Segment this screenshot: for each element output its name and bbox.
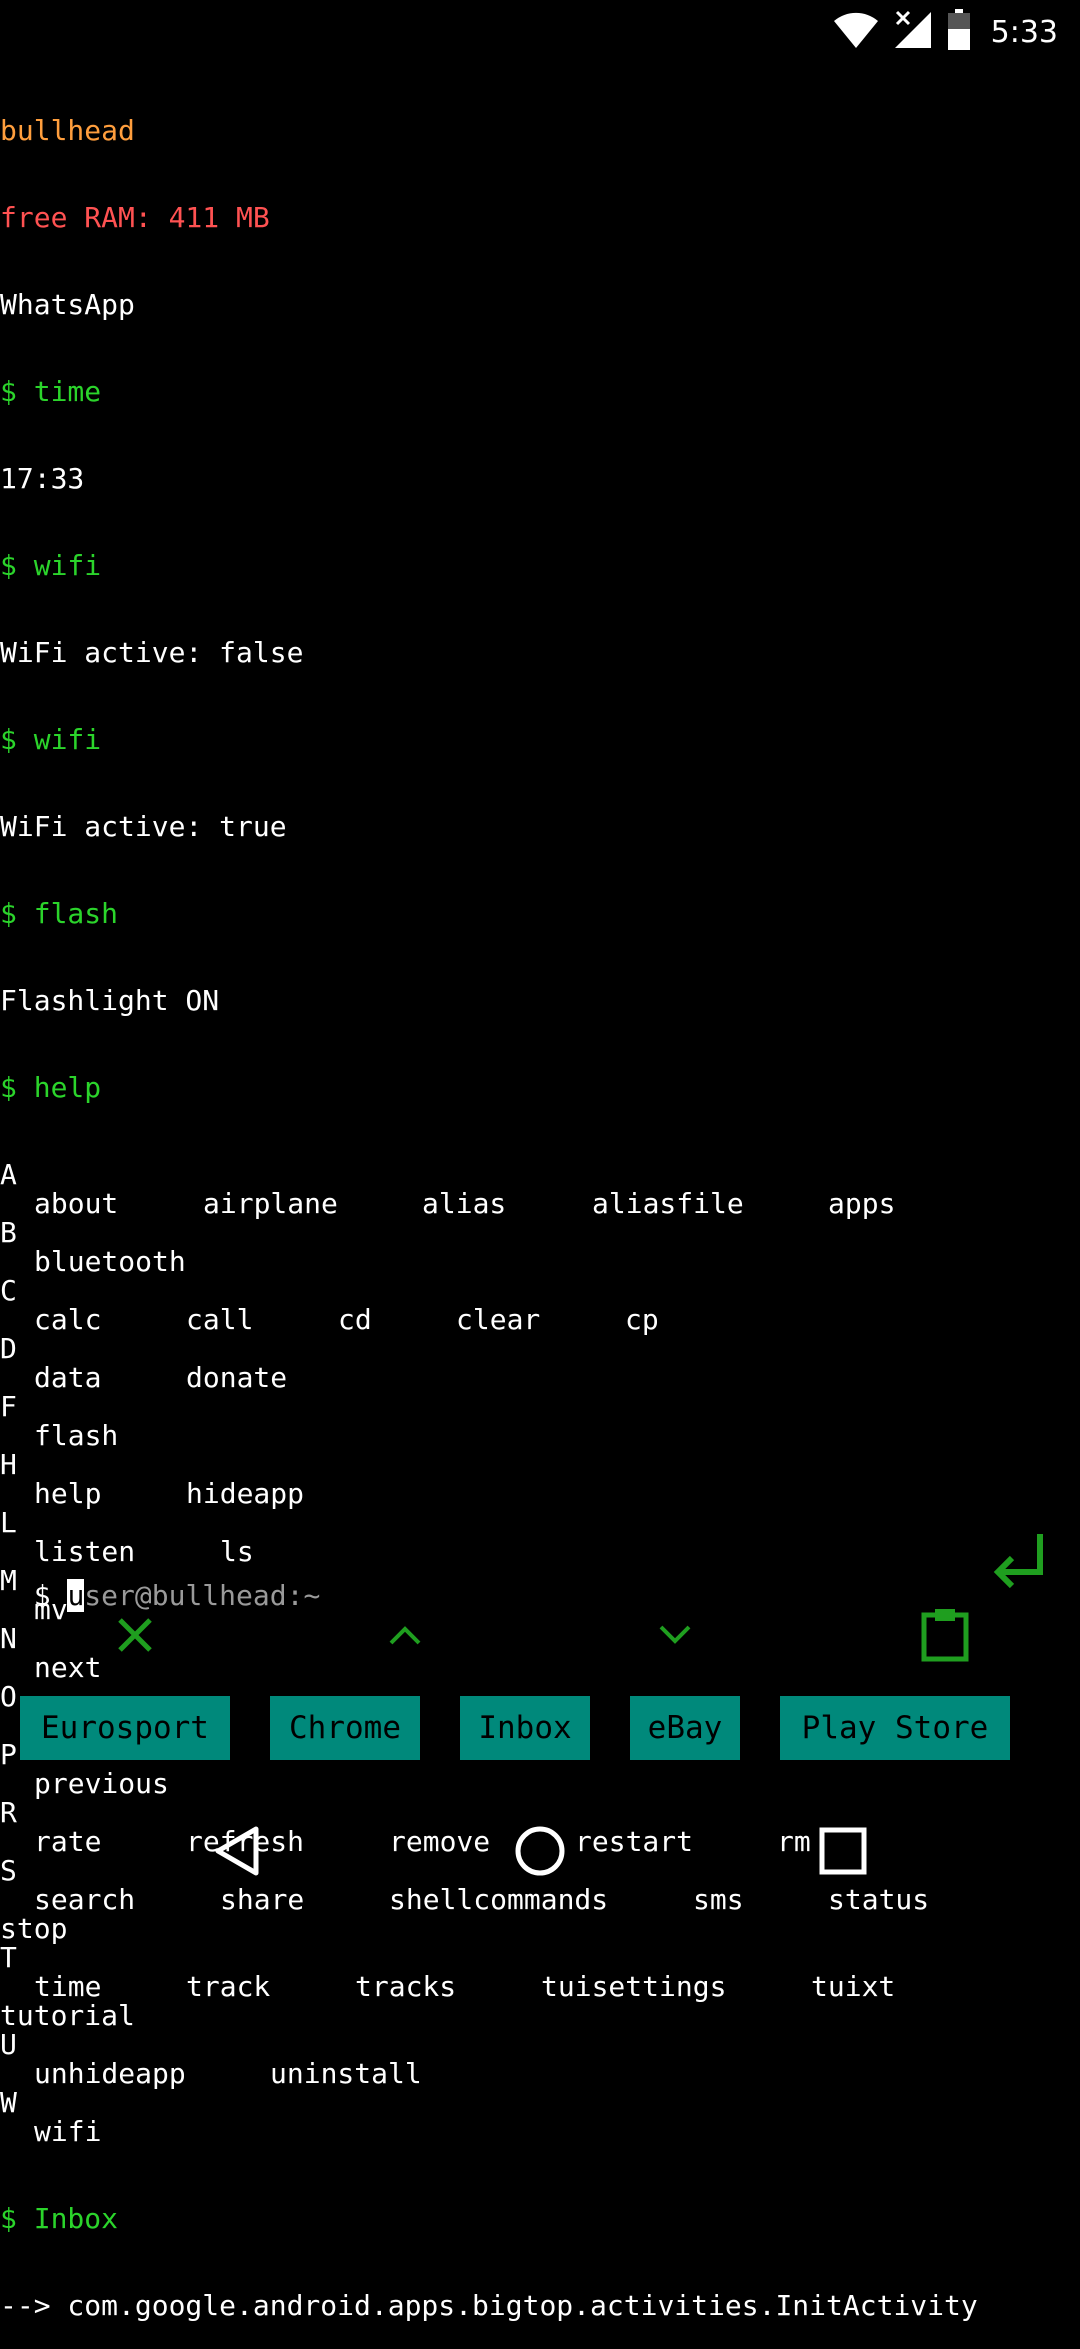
help-command: call: [186, 1303, 254, 1336]
battery-icon: [947, 9, 971, 55]
help-command: tutorial: [0, 1999, 135, 2032]
command-line: $ help: [0, 1071, 102, 1104]
help-letter-header: F: [0, 1390, 17, 1423]
help-letter-header: U: [0, 2028, 17, 2061]
navigation-bar: [0, 1776, 1080, 1920]
help-command: wifi: [34, 2115, 102, 2148]
help-command: time: [34, 1970, 102, 2003]
help-command: alias: [422, 1187, 507, 1220]
enter-icon[interactable]: [988, 1530, 1048, 1594]
help-command: tuisettings: [541, 1970, 727, 2003]
help-command: hideapp: [186, 1477, 305, 1510]
help-letter-header: A: [0, 1158, 17, 1191]
clear-icon[interactable]: [100, 1605, 170, 1665]
help-command: donate: [186, 1361, 288, 1394]
text-cursor: u: [67, 1579, 85, 1612]
command-output: WiFi active: false: [0, 636, 304, 669]
help-command: flash: [34, 1419, 119, 1452]
history-down-icon[interactable]: [640, 1605, 710, 1665]
command-input[interactable]: $ user@bullhead:~: [0, 1546, 940, 1612]
help-command-row: unhideapp uninstall: [0, 2059, 1080, 2088]
help-command: tracks: [355, 1970, 457, 2003]
wifi-icon: [833, 10, 879, 54]
command-line: $ wifi: [0, 549, 102, 582]
help-command: aliasfile: [592, 1187, 744, 1220]
help-letter-header: T: [0, 1941, 17, 1974]
back-icon[interactable]: [193, 1806, 283, 1896]
help-command-row: about airplane alias aliasfile apps: [0, 1189, 1080, 1218]
app-button-chrome[interactable]: Chrome: [270, 1696, 420, 1760]
command-output: WiFi active: true: [0, 810, 287, 843]
help-command-row: time track tracks tuisettings tuixt: [0, 1972, 1080, 2001]
status-bar: 5:33: [0, 0, 1080, 64]
help-command: clear: [456, 1303, 541, 1336]
free-ram: free RAM: 411 MB: [0, 201, 270, 234]
status-time: 5:33: [990, 14, 1058, 50]
help-command: cp: [625, 1303, 659, 1336]
help-command: apps: [828, 1187, 896, 1220]
help-command: next: [34, 1651, 102, 1684]
help-command: bluetooth: [34, 1245, 186, 1278]
status-icons: 5:33: [833, 8, 1058, 56]
paste-icon[interactable]: [910, 1605, 980, 1665]
help-command: tuixt: [811, 1970, 896, 2003]
command-line: $ wifi: [0, 723, 102, 756]
help-letter-header: H: [0, 1448, 17, 1481]
help-command-row: calc call cd clear cp: [0, 1305, 1080, 1334]
help-command: airplane: [203, 1187, 338, 1220]
device-name: bullhead: [0, 114, 135, 147]
home-icon[interactable]: [495, 1806, 585, 1896]
help-command: cd: [338, 1303, 372, 1336]
help-command: data: [34, 1361, 102, 1394]
app-suggestions: Eurosport Chrome Inbox eBay Play Store: [0, 1696, 1080, 1762]
prompt-sign: $: [33, 1579, 68, 1612]
help-command: help: [34, 1477, 102, 1510]
command-output: --> com.google.android.apps.bigtop.activ…: [0, 2289, 978, 2322]
help-command-row: data donate: [0, 1363, 1080, 1392]
command-output: 17:33: [0, 462, 85, 495]
help-command-row: wifi: [0, 2117, 1080, 2146]
help-command: calc: [34, 1303, 102, 1336]
command-line: $ flash: [0, 897, 119, 930]
command-line: $ time: [0, 375, 102, 408]
cellular-no-service-icon: [893, 10, 933, 54]
help-letter-header: C: [0, 1274, 17, 1307]
recents-icon[interactable]: [798, 1806, 888, 1896]
help-letter-header: B: [0, 1216, 17, 1249]
help-command-row: flash: [0, 1421, 1080, 1450]
help-command-row: help hideapp: [0, 1479, 1080, 1508]
app-button-inbox[interactable]: Inbox: [460, 1696, 590, 1760]
app-button-eurosport[interactable]: Eurosport: [20, 1696, 230, 1760]
last-app: WhatsApp: [0, 288, 135, 321]
help-command: uninstall: [270, 2057, 422, 2090]
terminal-output: bullhead free RAM: 411 MB WhatsApp $ tim…: [0, 58, 1080, 2349]
help-letter-header: L: [0, 1506, 17, 1539]
app-button-ebay[interactable]: eBay: [630, 1696, 740, 1760]
help-command: about: [34, 1187, 119, 1220]
help-command: track: [186, 1970, 271, 2003]
app-button-play-store[interactable]: Play Store: [780, 1696, 1010, 1760]
command-line: $ Inbox: [0, 2202, 119, 2235]
command-output: Flashlight ON: [0, 984, 220, 1017]
history-up-icon[interactable]: [370, 1605, 440, 1665]
help-letter-header: W: [0, 2086, 17, 2119]
help-command-row: bluetooth: [0, 1247, 1080, 1276]
help-command: unhideapp: [34, 2057, 186, 2090]
help-letter-header: D: [0, 1332, 17, 1365]
